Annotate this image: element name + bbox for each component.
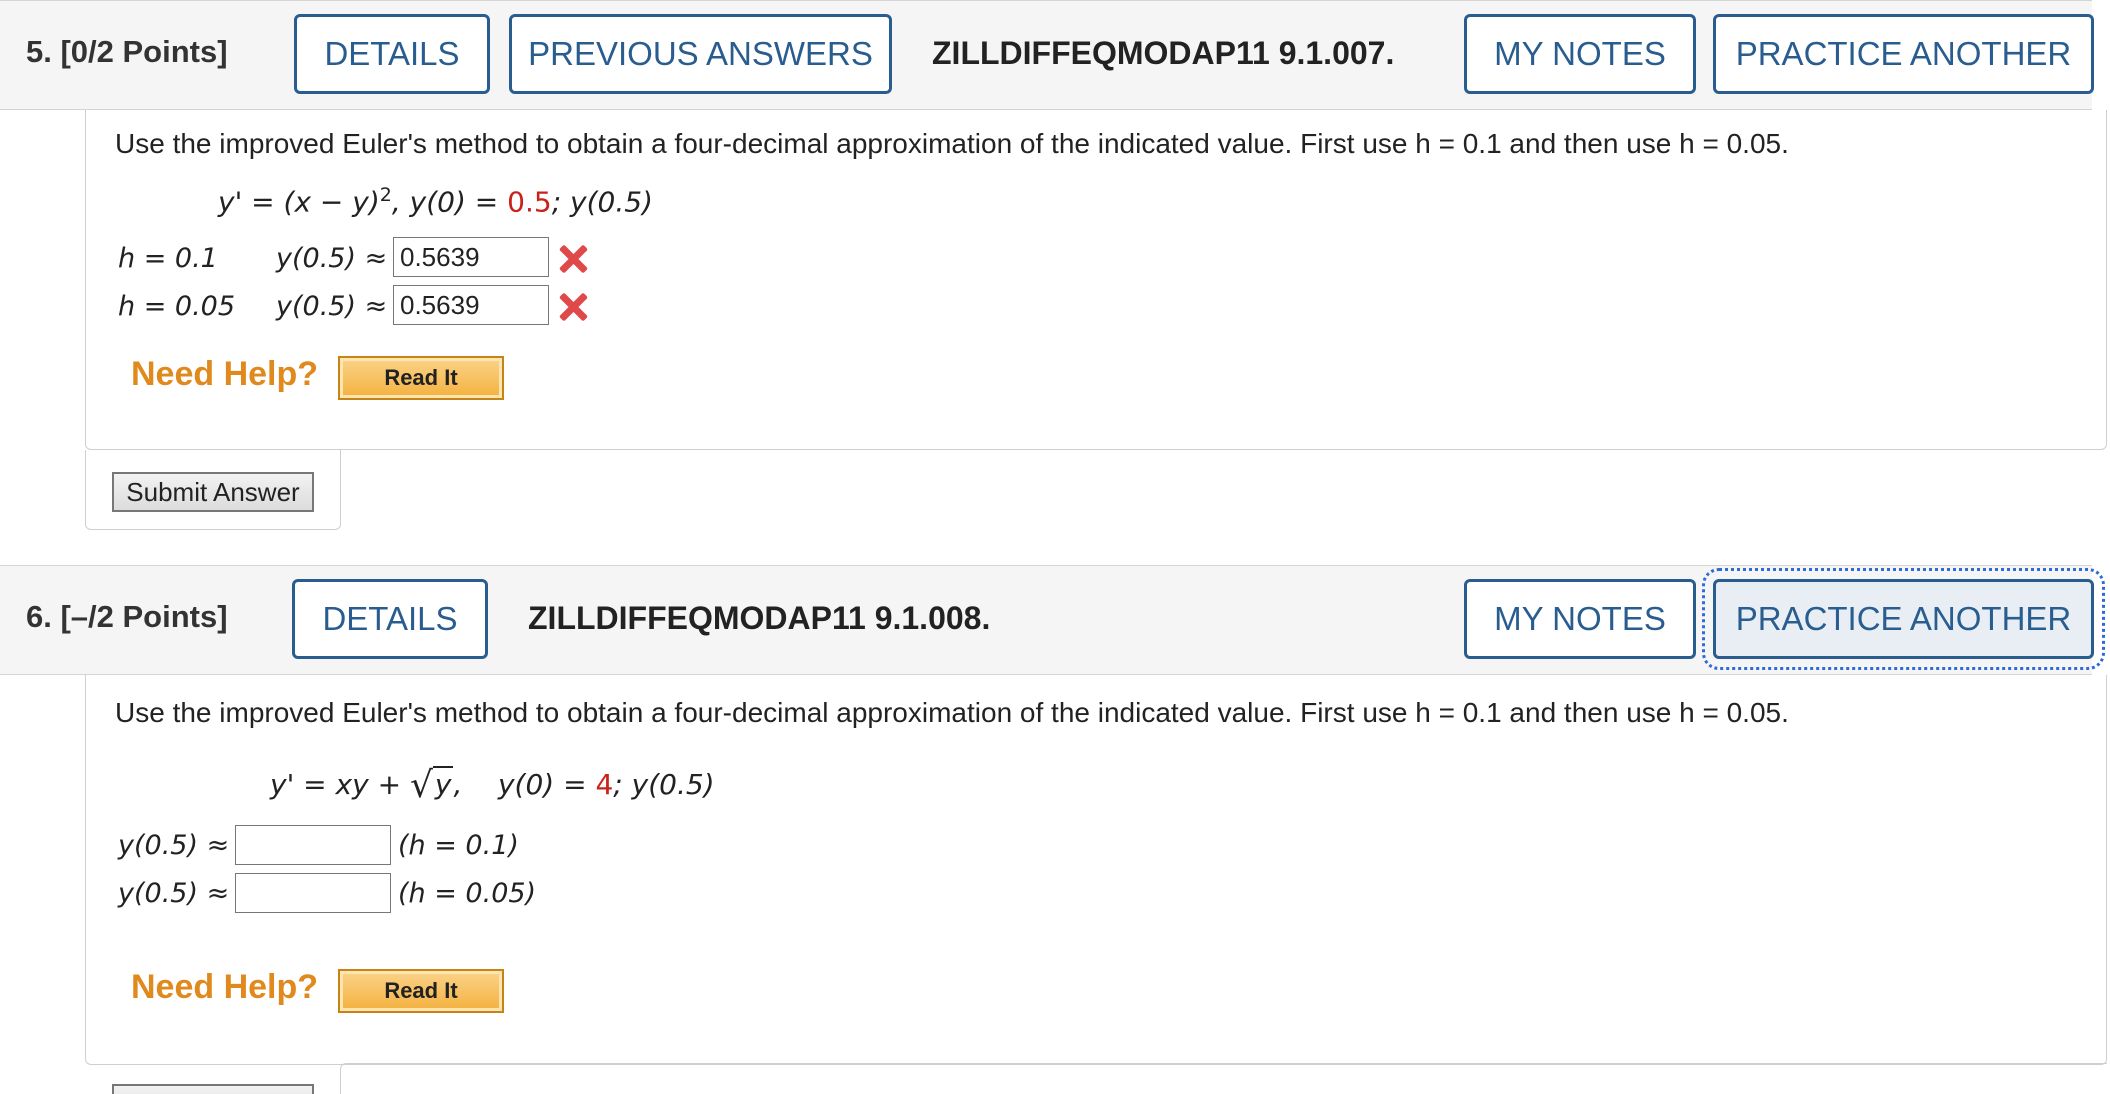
- q5-need-help: Need Help?: [131, 355, 319, 393]
- q6-row2-label: y(0.5) ≈: [118, 878, 230, 909]
- q5-equation: y' = (x − y)2, y(0) = 0.5; y(0.5): [218, 184, 653, 218]
- q5-eq-end: ; y(0.5): [551, 185, 653, 219]
- q5-my-notes-button[interactable]: MY NOTES: [1464, 14, 1696, 94]
- q6-row1-h: (h = 0.1): [398, 830, 519, 861]
- q5-row1-answer-input[interactable]: 0.5639: [393, 237, 549, 277]
- q6-read-it-button[interactable]: Read It: [338, 969, 504, 1013]
- q5-row2-incorrect-icon: [558, 292, 588, 322]
- q5-prompt: Use the improved Euler's method to obtai…: [115, 128, 1789, 159]
- q6-points: 6. [–/2 Points]: [26, 599, 228, 634]
- q5-read-it-button[interactable]: Read It: [338, 356, 504, 400]
- q6-header: 6. [–/2 Points] DETAILS ZILLDIFFEQMODAP1…: [0, 565, 2105, 675]
- q6-row2-answer-input[interactable]: [235, 873, 391, 913]
- q5-row1-label: y(0.5) ≈: [276, 243, 388, 274]
- q6-need-help: Need Help?: [131, 968, 319, 1006]
- q6-submit-frame: [340, 1063, 2107, 1094]
- q5-row1-incorrect-icon: [558, 244, 588, 274]
- q5-row1-h: h = 0.1: [118, 243, 218, 274]
- q5-problem-code: ZILLDIFFEQMODAP11 9.1.007.: [932, 35, 1395, 71]
- q6-practice-another-button[interactable]: PRACTICE ANOTHER: [1702, 568, 2105, 670]
- q6-problem-code: ZILLDIFFEQMODAP11 9.1.008.: [528, 600, 991, 636]
- q6-prompt: Use the improved Euler's method to obtai…: [115, 697, 1789, 728]
- q5-row2-h: h = 0.05: [118, 291, 236, 322]
- q5-eq-exponent: 2: [379, 184, 392, 206]
- q6-eq-initial: 4: [595, 768, 614, 801]
- q6-eq-radicand: y: [432, 766, 454, 801]
- q6-row1-answer-input[interactable]: [235, 825, 391, 865]
- q5-points: 5. [0/2 Points]: [26, 34, 228, 69]
- q6-eq-mid: , y(0) =: [453, 768, 596, 801]
- q6-row1-label: y(0.5) ≈: [118, 830, 230, 861]
- q6-eq-end: ; y(0.5): [613, 768, 715, 801]
- sqrt-icon: √: [409, 765, 433, 806]
- q6-submit-button-edge[interactable]: [112, 1084, 314, 1094]
- q5-previous-answers-button[interactable]: PREVIOUS ANSWERS: [509, 14, 892, 94]
- q5-details-button[interactable]: DETAILS: [294, 14, 490, 94]
- q6-row2-h: (h = 0.05): [398, 878, 537, 909]
- q5-header: 5. [0/2 Points] DETAILS PREVIOUS ANSWERS…: [0, 0, 2094, 110]
- q5-row2-label: y(0.5) ≈: [276, 291, 388, 322]
- q5-row2-answer-input[interactable]: 0.5639: [393, 285, 549, 325]
- q6-my-notes-button[interactable]: MY NOTES: [1464, 579, 1696, 659]
- q5-practice-another-button[interactable]: PRACTICE ANOTHER: [1713, 14, 2094, 94]
- q6-eq-lhs: y' = xy +: [270, 768, 410, 801]
- q6-details-button[interactable]: DETAILS: [292, 579, 488, 659]
- q5-submit-frame: [85, 450, 341, 530]
- q5-eq-initial: 0.5: [507, 185, 552, 219]
- q5-eq-lhs: y' = (x − y): [218, 185, 380, 219]
- q5-eq-mid: , y(0) =: [391, 185, 508, 219]
- q6-equation: y' = xy + √y, y(0) = 4; y(0.5): [270, 762, 715, 806]
